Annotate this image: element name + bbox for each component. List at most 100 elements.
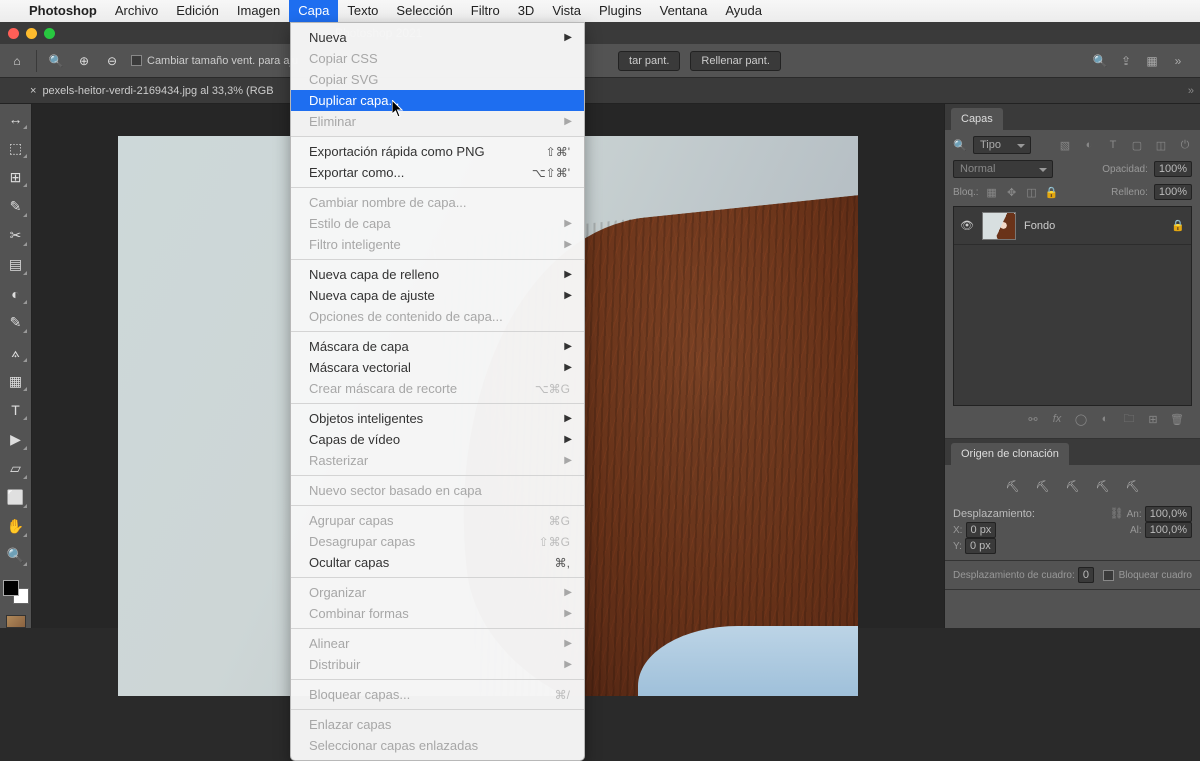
- menu-item-capas-de-v-deo[interactable]: Capas de vídeo▶: [291, 429, 584, 450]
- menubar-item-plugins[interactable]: Plugins: [590, 0, 651, 22]
- foreground-background-color[interactable]: [3, 580, 29, 604]
- resize-window-checkbox[interactable]: Cambiar tamaño vent. para aju: [131, 55, 298, 67]
- layer-row[interactable]: 👁 Fondo 🔒: [954, 207, 1191, 245]
- filter-smart-icon[interactable]: ◫: [1154, 138, 1168, 152]
- filter-pixel-icon[interactable]: ▧: [1058, 138, 1072, 152]
- opacity-field[interactable]: 100%: [1154, 161, 1192, 177]
- menubar-item-imagen[interactable]: Imagen: [228, 0, 289, 22]
- tool-14[interactable]: ✋: [4, 516, 28, 538]
- menubar-app[interactable]: Photoshop: [20, 0, 106, 22]
- adjustment-layer-icon[interactable]: ◐: [1098, 412, 1112, 426]
- link-layers-icon[interactable]: ⚯: [1026, 412, 1040, 426]
- tool-13[interactable]: ⬜: [4, 487, 28, 509]
- tool-1[interactable]: ⬚: [4, 137, 28, 159]
- lock-frame-checkbox[interactable]: Bloquear cuadro: [1103, 570, 1192, 581]
- menubar-item-texto[interactable]: Texto: [338, 0, 387, 22]
- clone-source-5-icon[interactable]: ⛏: [1123, 477, 1143, 495]
- delete-layer-icon[interactable]: 🗑: [1170, 412, 1184, 426]
- close-tab-icon[interactable]: ×: [30, 85, 36, 97]
- share-icon[interactable]: ⇪: [1118, 53, 1134, 69]
- menubar-item-ayuda[interactable]: Ayuda: [716, 0, 771, 22]
- tool-3[interactable]: ✎: [4, 195, 28, 217]
- zoom-window-button[interactable]: [44, 28, 55, 39]
- clone-width-field[interactable]: 100,0%: [1145, 506, 1192, 522]
- visibility-eye-icon[interactable]: 👁: [960, 219, 976, 232]
- menubar-item-3d[interactable]: 3D: [509, 0, 544, 22]
- panel-menu-icon[interactable]: »: [1170, 53, 1186, 69]
- layers-panel-tab[interactable]: Capas: [951, 108, 1003, 130]
- checkbox-icon[interactable]: [131, 55, 142, 66]
- layer-name[interactable]: Fondo: [1024, 220, 1055, 232]
- clone-source-4-icon[interactable]: ⛏: [1093, 477, 1113, 495]
- zoom-in-icon[interactable]: ⊕: [75, 52, 93, 70]
- menu-item-nueva[interactable]: Nueva▶: [291, 27, 584, 48]
- tool-6[interactable]: ◐: [4, 283, 28, 305]
- filter-adjust-icon[interactable]: ◐: [1082, 138, 1096, 152]
- menu-item-ocultar-capas[interactable]: Ocultar capas⌘,: [291, 552, 584, 573]
- lock-pixels-icon[interactable]: ▦: [985, 185, 999, 199]
- menubar-item-ventana[interactable]: Ventana: [651, 0, 717, 22]
- menu-item-duplicar-capa[interactable]: Duplicar capa...: [291, 90, 584, 111]
- quickmask-icon[interactable]: [6, 615, 26, 628]
- layer-thumbnail[interactable]: [982, 212, 1016, 240]
- tool-4[interactable]: ✂: [4, 225, 28, 247]
- menu-item-m-scara-de-capa[interactable]: Máscara de capa▶: [291, 336, 584, 357]
- lock-icon[interactable]: 🔒: [1171, 219, 1185, 232]
- fill-field[interactable]: 100%: [1154, 184, 1192, 200]
- tool-0[interactable]: ↔: [4, 108, 28, 130]
- tool-8[interactable]: ⟑: [4, 341, 28, 363]
- tool-11[interactable]: ▶: [4, 428, 28, 450]
- link-wh-icon[interactable]: ⛓: [1110, 508, 1124, 520]
- menubar-item-edición[interactable]: Edición: [167, 0, 228, 22]
- menu-item-m-scara-vectorial[interactable]: Máscara vectorial▶: [291, 357, 584, 378]
- document-tab[interactable]: pexels-heitor-verdi-2169434.jpg al 33,3%…: [42, 85, 273, 97]
- menu-item-nueva-capa-de-ajuste[interactable]: Nueva capa de ajuste▶: [291, 285, 584, 306]
- lock-artboard-icon[interactable]: ◫: [1025, 185, 1039, 199]
- close-window-button[interactable]: [8, 28, 19, 39]
- workspace-icon[interactable]: ▦: [1144, 53, 1160, 69]
- clone-source-2-icon[interactable]: ⛏: [1033, 477, 1053, 495]
- tool-2[interactable]: ⊞: [4, 166, 28, 188]
- filter-type-icon[interactable]: T: [1106, 138, 1120, 152]
- lock-position-icon[interactable]: ✥: [1005, 185, 1019, 199]
- menubar-item-selección[interactable]: Selección: [387, 0, 461, 22]
- tool-10[interactable]: T: [4, 399, 28, 421]
- new-layer-icon[interactable]: ⊞: [1146, 412, 1160, 426]
- clone-source-1-icon[interactable]: ⛏: [1003, 477, 1023, 495]
- menu-item-exportaci-n-r-pida-como-png[interactable]: Exportación rápida como PNG⇧⌘': [291, 141, 584, 162]
- zoom-out-icon[interactable]: ⊖: [103, 52, 121, 70]
- search-icon[interactable]: 🔍: [1092, 53, 1108, 69]
- filter-shape-icon[interactable]: ▢: [1130, 138, 1144, 152]
- menu-item-nueva-capa-de-relleno[interactable]: Nueva capa de relleno▶: [291, 264, 584, 285]
- clone-height-field[interactable]: 100,0%: [1145, 522, 1192, 538]
- tab-corner-icon[interactable]: »: [1188, 85, 1194, 97]
- filter-search-icon[interactable]: 🔍: [953, 138, 967, 152]
- menubar-item-filtro[interactable]: Filtro: [462, 0, 509, 22]
- clone-source-tab[interactable]: Origen de clonación: [951, 443, 1069, 465]
- layer-filter-type-dropdown[interactable]: Tipo: [973, 136, 1031, 154]
- blend-mode-dropdown[interactable]: Normal: [953, 160, 1053, 178]
- fill-screen-button[interactable]: Rellenar pant.: [690, 51, 781, 71]
- layer-mask-icon[interactable]: ◯: [1074, 412, 1088, 426]
- home-icon[interactable]: ⌂: [8, 52, 26, 70]
- tool-15[interactable]: 🔍: [4, 545, 28, 567]
- tool-12[interactable]: ▱: [4, 458, 28, 480]
- frame-offset-field[interactable]: 0: [1078, 567, 1094, 583]
- layer-list[interactable]: 👁 Fondo 🔒: [953, 206, 1192, 406]
- menubar-item-vista[interactable]: Vista: [543, 0, 590, 22]
- filter-toggle-icon[interactable]: ⏻: [1178, 138, 1192, 152]
- clone-y-field[interactable]: 0 px: [965, 538, 996, 554]
- tool-7[interactable]: ✎: [4, 312, 28, 334]
- menu-item-exportar-como[interactable]: Exportar como...⌥⇧⌘': [291, 162, 584, 183]
- checkbox-icon[interactable]: [1103, 570, 1114, 581]
- menu-item-objetos-inteligentes[interactable]: Objetos inteligentes▶: [291, 408, 584, 429]
- tool-9[interactable]: ▦: [4, 370, 28, 392]
- lock-all-icon[interactable]: 🔒: [1045, 185, 1059, 199]
- tool-5[interactable]: ▤: [4, 254, 28, 276]
- menubar-item-archivo[interactable]: Archivo: [106, 0, 167, 22]
- group-layers-icon[interactable]: 🗀: [1122, 412, 1136, 426]
- layer-fx-icon[interactable]: fx: [1050, 412, 1064, 426]
- fit-screen-button[interactable]: tar pant.: [618, 51, 680, 71]
- menubar-item-capa[interactable]: Capa: [289, 0, 338, 22]
- zoom-tool-icon[interactable]: 🔍: [47, 52, 65, 70]
